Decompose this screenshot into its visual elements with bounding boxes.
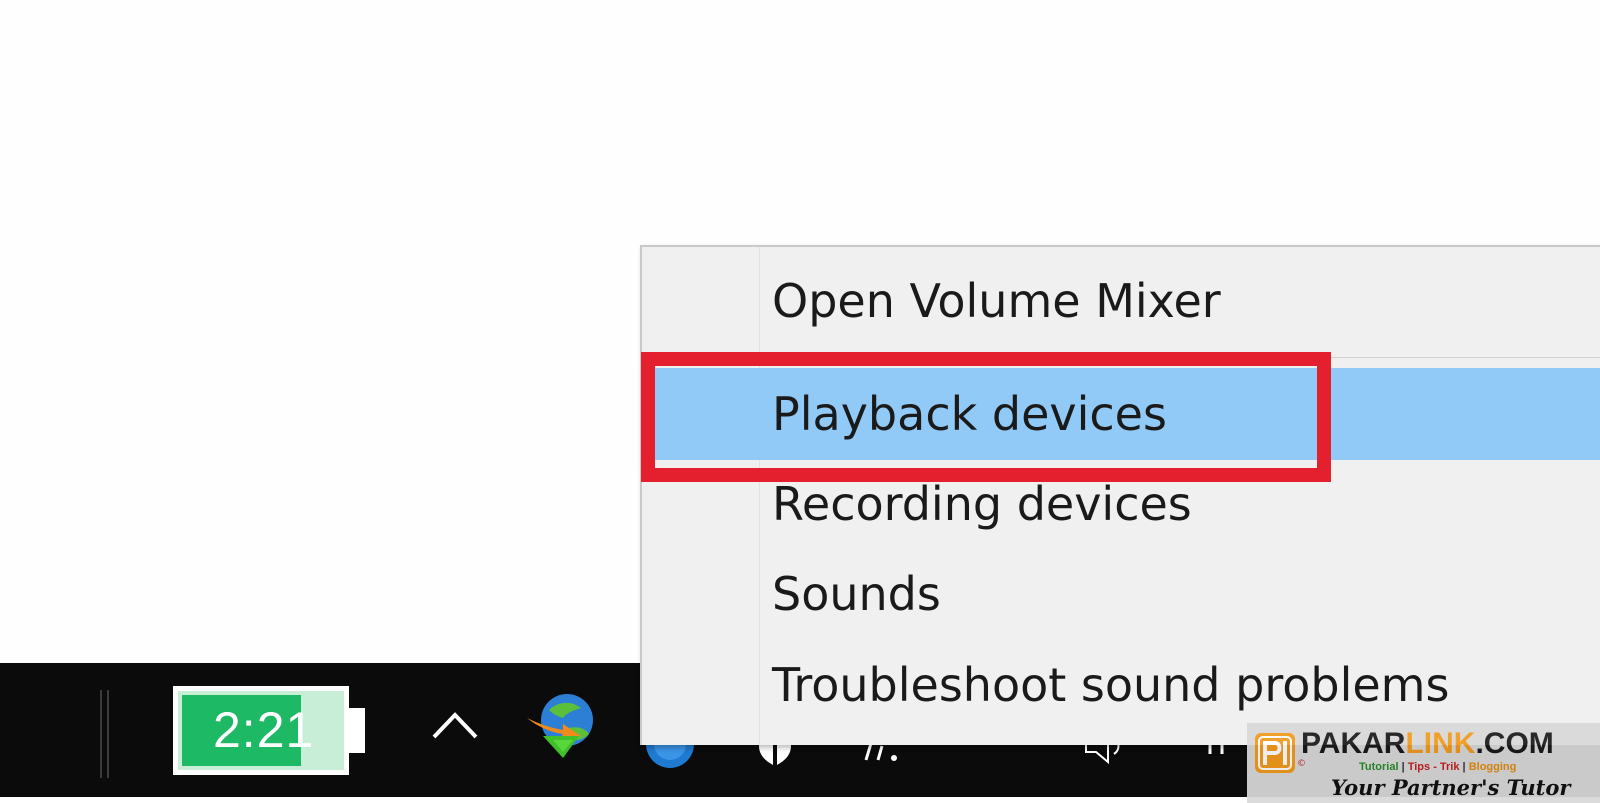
chevron-up-icon[interactable] — [430, 703, 480, 743]
taskbar-divider — [100, 690, 110, 778]
watermark-tagline: Tutorial | Tips - Trik | Blogging — [1359, 761, 1517, 773]
watermark-slogan: Your Partner's Tutor — [1331, 775, 1571, 800]
battery-tip — [349, 708, 365, 753]
watermark-brand: PAKARLINK.COM — [1301, 727, 1554, 760]
annotation-highlight-box — [641, 352, 1331, 482]
pakarlink-logo-icon — [1253, 731, 1297, 775]
idm-icon[interactable] — [523, 688, 603, 768]
menu-item-label: Sounds — [772, 567, 941, 621]
battery-time-label: 2:21 — [213, 702, 315, 758]
screenshot-stage: 2:21 Open Volume Mixer Playback devices … — [0, 0, 1600, 803]
battery-indicator[interactable]: 2:21 — [173, 686, 365, 775]
menu-item-sounds[interactable]: Sounds — [642, 548, 1600, 640]
menu-item-label: Troubleshoot sound problems — [772, 658, 1450, 712]
watermark: © PAKARLINK.COM Tutorial | Tips - Trik |… — [1247, 723, 1600, 803]
volume-context-menu: Open Volume Mixer Playback devices Recor… — [640, 245, 1600, 745]
menu-item-troubleshoot-sound-problems[interactable]: Troubleshoot sound problems — [642, 639, 1600, 731]
menu-item-label: Open Volume Mixer — [772, 274, 1221, 328]
menu-item-open-volume-mixer[interactable]: Open Volume Mixer — [642, 255, 1600, 347]
